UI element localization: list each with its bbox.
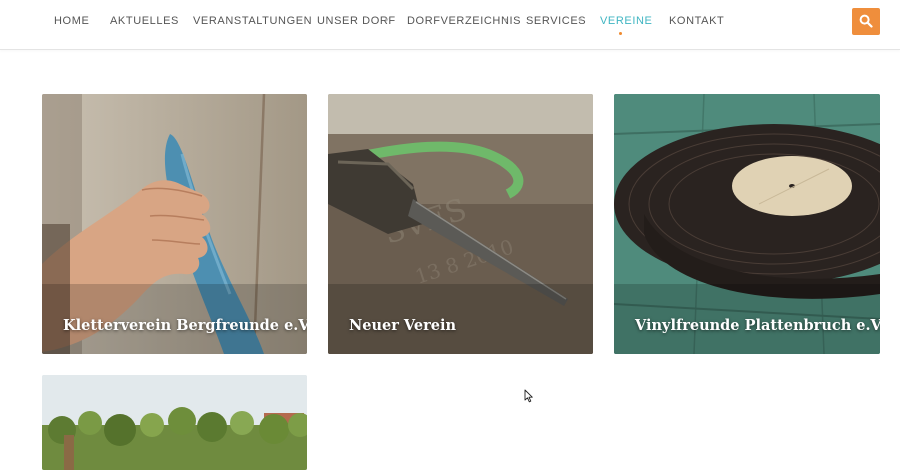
- nav-item-home[interactable]: HOME: [54, 15, 89, 31]
- vinyl-record-photo: [614, 94, 880, 354]
- village-forest-photo: [42, 375, 307, 470]
- mouse-cursor-icon: [524, 389, 533, 403]
- club-card-title: Vinylfreunde Plattenbruch e.V.: [635, 317, 880, 334]
- club-card-kletterverein[interactable]: Kletterverein Bergfreunde e.V.: [42, 94, 307, 354]
- chevron-down-icon: ▾: [385, 16, 389, 24]
- club-card-vinylfreunde[interactable]: Vinylfreunde Plattenbruch e.V.: [614, 94, 880, 354]
- chevron-down-icon: ▾: [504, 16, 508, 24]
- nav-item-unser-dorf[interactable]: UNSER DORF: [317, 15, 396, 31]
- chevron-down-icon: ▾: [578, 16, 582, 24]
- site-header: HOME AKTUELLES VERANSTALTUNGEN UNSER DOR…: [0, 0, 900, 50]
- nav-item-vereine[interactable]: VEREINE: [600, 15, 653, 31]
- club-card-title: Kletterverein Bergfreunde e.V.: [63, 317, 307, 334]
- nav-item-kontakt[interactable]: KONTAKT: [669, 15, 724, 31]
- active-indicator-dot: [619, 32, 622, 35]
- club-card-title: Neuer Verein: [349, 317, 456, 334]
- chisel-stone-photo: ŚVES 13 8 2010: [328, 94, 593, 354]
- club-card-neuer-verein[interactable]: ŚVES 13 8 2010 Neuer Verein: [328, 94, 593, 354]
- climbing-wall-photo: [42, 94, 307, 354]
- club-card-village[interactable]: [42, 375, 307, 470]
- nav-item-veranstaltungen[interactable]: VERANSTALTUNGEN: [193, 15, 312, 31]
- nav-item-aktuelles[interactable]: AKTUELLES: [110, 15, 179, 31]
- search-icon: [859, 14, 873, 28]
- search-button[interactable]: [852, 8, 880, 35]
